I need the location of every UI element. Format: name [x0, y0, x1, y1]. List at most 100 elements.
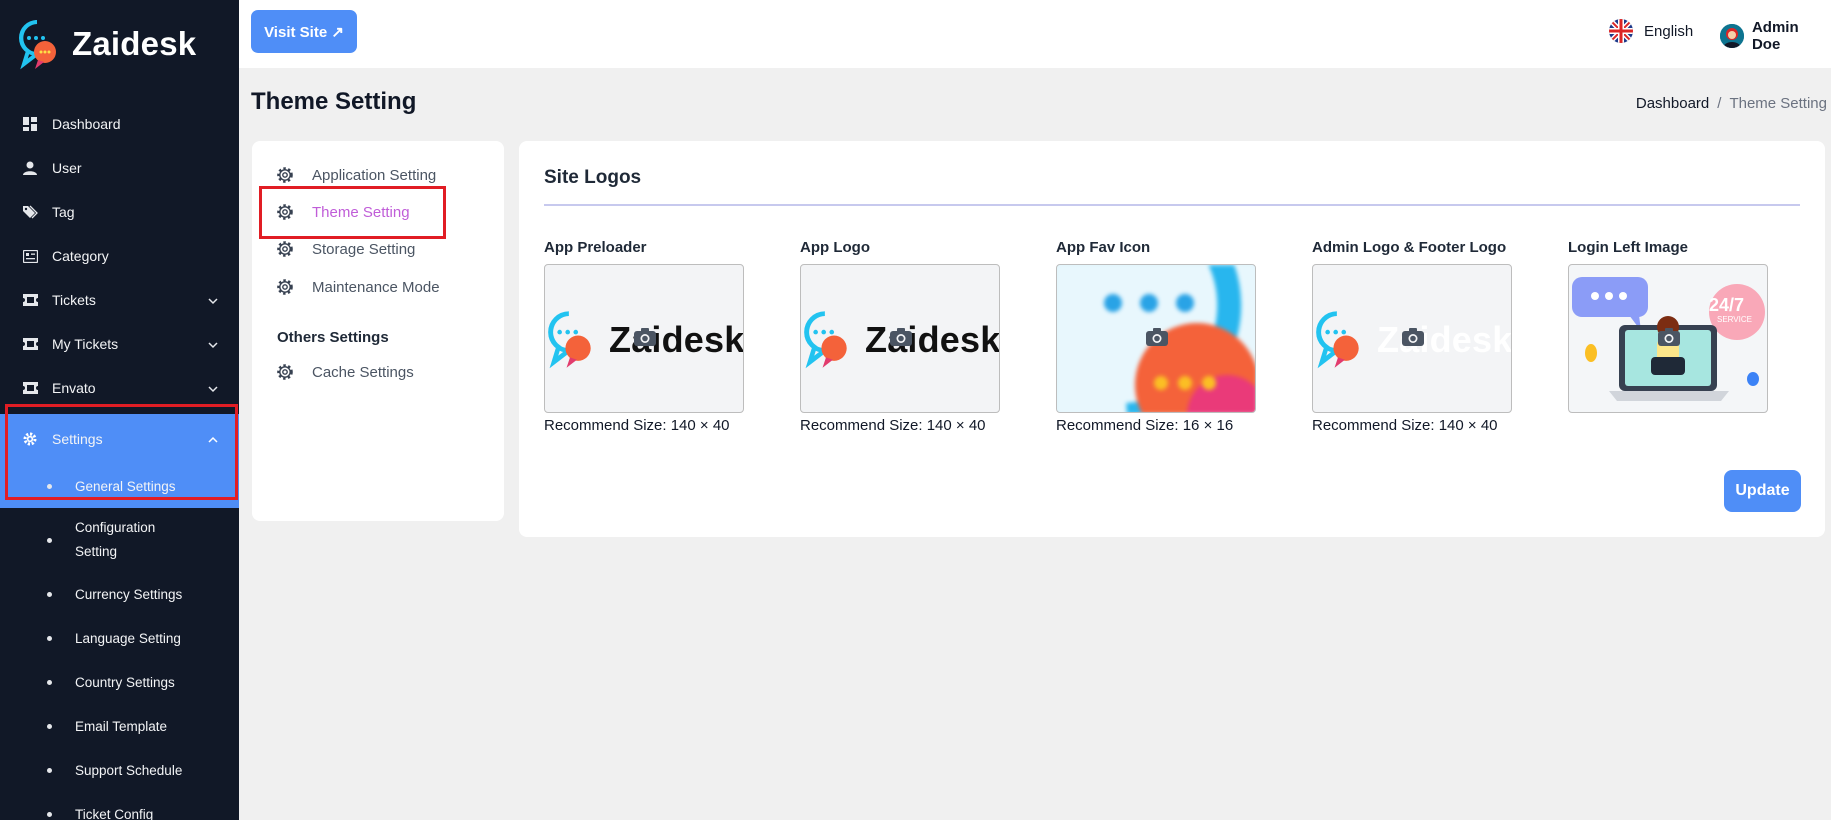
breadcrumb: Dashboard / Theme Setting	[1636, 95, 1827, 112]
sidebar-item-tag[interactable]: Tag	[0, 190, 239, 234]
logo-label: Login Left Image	[1568, 239, 1688, 256]
section-title: Site Logos	[544, 167, 642, 188]
sidebar-subitem-general-settings[interactable]: General Settings	[0, 464, 239, 508]
menu-item-label: Storage Setting	[312, 240, 416, 258]
brand-logo-icon	[18, 18, 58, 70]
topbar: Visit Site ↗ English Admin Doe	[239, 0, 1831, 68]
sidebar-subitem-country-settings[interactable]: Country Settings	[0, 660, 239, 704]
menu-item-label: Maintenance Mode	[312, 278, 440, 296]
logo-upload-login-left-image[interactable]: 24/7 SERVICE	[1568, 264, 1768, 413]
menu-item-cache-settings[interactable]: Cache Settings	[276, 363, 414, 381]
chevron-up-icon	[207, 433, 219, 445]
sidebar-item-category[interactable]: Category	[0, 234, 239, 278]
sidebar-item-tickets[interactable]: Tickets	[0, 278, 239, 322]
sidebar-subitem-ticket-config[interactable]: Ticket Config	[0, 792, 239, 820]
bullet	[47, 591, 52, 597]
user-name: Admin Doe	[1751, 19, 1799, 53]
user-menu[interactable]: Admin Doe	[1720, 19, 1831, 53]
sidebar-item-settings[interactable]: Settings	[0, 414, 239, 464]
sidebar-nav: Dashboard User Tag Category Tickets My T…	[0, 102, 239, 820]
sidebar-subitem-label: Email Template	[75, 718, 168, 734]
breadcrumb-separator: /	[1717, 95, 1722, 112]
sidebar-subitem-label: Configuration Setting	[75, 520, 156, 559]
language-selector[interactable]: English	[1609, 19, 1693, 43]
menu-item-label: Theme Setting	[312, 203, 410, 221]
bullet	[47, 679, 52, 685]
breadcrumb-dashboard-link[interactable]: Dashboard	[1636, 95, 1709, 112]
logo-preview-text: Zaidesk	[609, 319, 744, 360]
camera-icon	[1146, 328, 1168, 346]
brand-name: Zaidesk	[72, 25, 197, 62]
logo-label: App Logo	[800, 239, 870, 256]
sidebar-subitem-support-schedule[interactable]: Support Schedule	[0, 748, 239, 792]
gear-icon	[277, 364, 293, 380]
sidebar-item-label: Tag	[52, 204, 75, 220]
logo-recommend-size: Recommend Size: 140 × 40	[544, 417, 730, 434]
ticket-icon	[22, 336, 38, 352]
menu-item-label: Application Setting	[312, 166, 437, 184]
gear-icon	[277, 279, 293, 295]
logo-preview-text: Zaidesk	[865, 319, 1000, 360]
ticket-icon	[22, 380, 38, 396]
breadcrumb-current: Theme Setting	[1729, 95, 1827, 112]
chevron-down-icon	[207, 338, 219, 350]
sidebar-item-label: Envato	[52, 380, 96, 396]
menu-item-storage-setting[interactable]: Storage Setting	[276, 240, 415, 258]
update-button[interactable]: Update	[1724, 470, 1801, 512]
sidebar-item-dashboard[interactable]: Dashboard	[0, 102, 239, 146]
sidebar-subitem-label: Ticket Config	[75, 806, 154, 820]
bullet	[47, 767, 52, 773]
gear-icon	[22, 431, 38, 447]
bullet	[47, 811, 52, 817]
logo-field-admin-footer-logo: Admin Logo & Footer Logo Zaidesk Recomme…	[1312, 239, 1512, 434]
logo-upload-app-logo[interactable]: Zaidesk	[800, 264, 1000, 413]
sidebar: Zaidesk Dashboard User Tag Category Tick…	[0, 0, 239, 820]
camera-icon	[1658, 328, 1680, 346]
brand[interactable]: Zaidesk	[0, 0, 239, 88]
logo-upload-app-preloader[interactable]: Zaidesk	[544, 264, 744, 413]
bullet	[47, 723, 52, 729]
sidebar-item-user[interactable]: User	[0, 146, 239, 190]
sidebar-subitem-language-setting[interactable]: Language Setting	[0, 616, 239, 660]
sidebar-subitem-email-template[interactable]: Email Template	[0, 704, 239, 748]
camera-icon	[634, 328, 656, 346]
uk-flag-icon	[1609, 19, 1633, 43]
settings-menu-card: Application Setting Theme Setting Storag…	[252, 141, 504, 521]
illustration-badge-text: 24/7	[1709, 295, 1745, 315]
sidebar-item-my-tickets[interactable]: My Tickets	[0, 322, 239, 366]
logo-recommend-size: Recommend Size: 140 × 40	[1312, 417, 1498, 434]
chevron-down-icon	[207, 382, 219, 394]
logo-mark-icon	[804, 311, 847, 369]
gear-icon	[277, 167, 293, 183]
visit-site-button[interactable]: Visit Site ↗	[251, 10, 357, 53]
menu-item-theme-setting[interactable]: Theme Setting	[276, 203, 410, 221]
logo-upload-app-fav-icon[interactable]	[1056, 264, 1256, 413]
sidebar-item-envato[interactable]: Envato	[0, 366, 239, 410]
sidebar-subitem-currency-settings[interactable]: Currency Settings	[0, 572, 239, 616]
logo-mark-icon	[1316, 311, 1359, 369]
ticket-icon	[22, 292, 38, 308]
language-label: English	[1644, 22, 1694, 40]
camera-icon	[1402, 328, 1424, 346]
logo-label: App Fav Icon	[1056, 239, 1151, 256]
sidebar-item-label: Dashboard	[52, 116, 121, 132]
sidebar-subitem-configuration-setting[interactable]: Configuration Setting	[0, 508, 239, 572]
logo-recommend-size: Recommend Size: 16 × 16	[1056, 417, 1234, 434]
logo-upload-admin-footer-logo[interactable]: Zaidesk	[1312, 264, 1512, 413]
logo-label: App Preloader	[544, 239, 647, 256]
sidebar-subitem-label: Country Settings	[75, 674, 175, 690]
sidebar-subitem-label: General Settings	[75, 478, 176, 494]
user-icon	[22, 160, 38, 176]
divider	[544, 204, 1800, 206]
logo-field-app-preloader: App Preloader Zaidesk Recommend Size: 14…	[544, 239, 744, 434]
sidebar-item-label: Tickets	[52, 292, 96, 308]
illustration-badge-subtext: SERVICE	[1717, 315, 1752, 324]
menu-item-application-setting[interactable]: Application Setting	[276, 166, 436, 184]
chevron-down-icon	[207, 294, 219, 306]
sidebar-subitem-label: Language Setting	[75, 630, 181, 646]
sidebar-item-label: Settings	[52, 431, 103, 447]
menu-item-maintenance-mode[interactable]: Maintenance Mode	[276, 278, 440, 296]
site-logos-card: Site Logos App Preloader Zaidesk Recomme…	[519, 141, 1825, 537]
camera-icon	[890, 328, 912, 346]
sidebar-item-label: Category	[52, 248, 109, 264]
